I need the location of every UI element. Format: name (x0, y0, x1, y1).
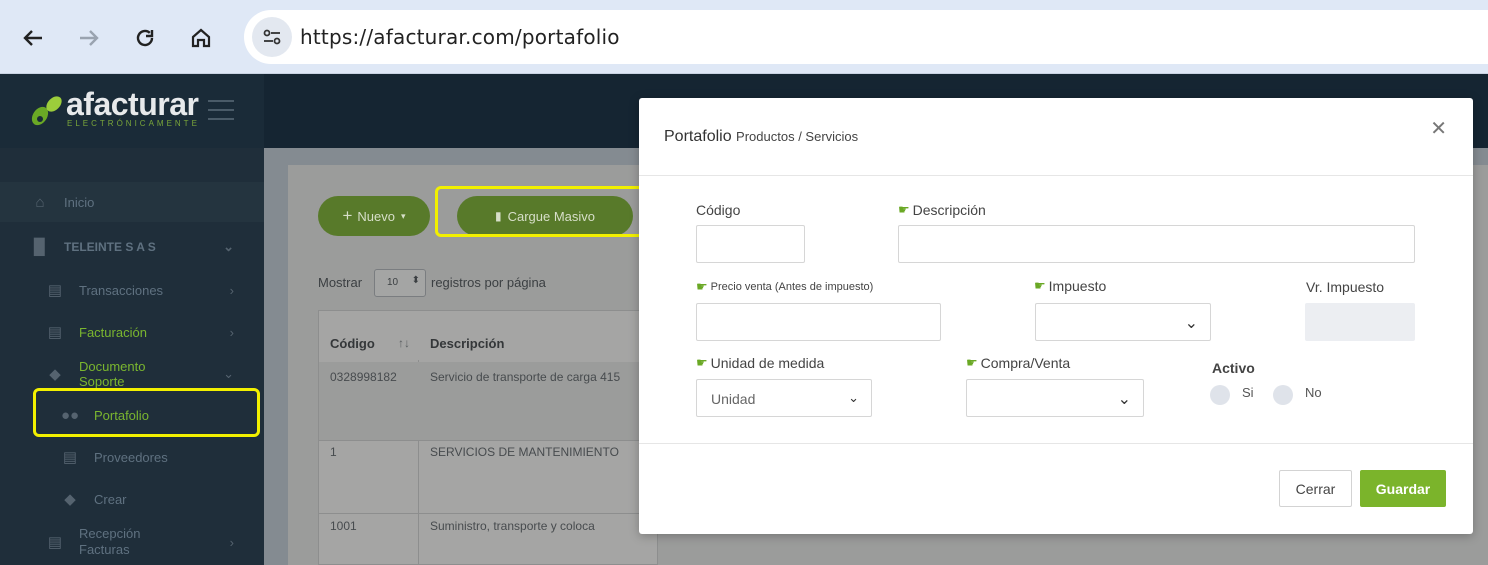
impuesto-select[interactable]: ⌄ (1035, 303, 1211, 341)
codigo-label: Código (696, 202, 741, 218)
sidebar-item-company[interactable]: ▉ TELEINTE S A S ⌄ (0, 228, 264, 266)
sidebar-item-documento-soporte[interactable]: ◆ Documento Soporte ⌄ (0, 358, 264, 390)
sidebar-item-transacciones[interactable]: ▤ Transacciones › (0, 272, 264, 308)
highlight-outline-cargue (435, 186, 663, 237)
list-icon: ▤ (47, 534, 63, 551)
cell-descripcion: SERVICIOS DE MANTENIMIENTO (430, 445, 619, 459)
close-icon[interactable]: ✕ (1430, 116, 1447, 141)
pointing-hand-icon: ☛ (898, 202, 910, 217)
pointing-hand-icon: ☛ (1034, 278, 1046, 293)
row-divider (319, 513, 641, 514)
caret-down-icon: ▾ (400, 210, 406, 221)
chevron-right-icon: › (229, 534, 234, 550)
unidad-select[interactable]: Unidad ⌄ (696, 379, 872, 417)
cell-descripcion: Suministro, transporte y coloca (430, 519, 595, 533)
site-settings-icon[interactable] (252, 17, 292, 57)
tags-icon: ◆ (64, 491, 76, 508)
menu-toggle-icon[interactable] (208, 100, 234, 122)
sort-icon[interactable]: ↑↓ (398, 336, 410, 350)
list-icon: ▤ (62, 449, 78, 466)
codigo-input[interactable] (696, 225, 805, 263)
vr-impuesto-field (1305, 303, 1415, 341)
address-bar[interactable]: https://afacturar.com/portafolio (244, 10, 1488, 64)
row-divider (319, 440, 641, 441)
descripcion-label: ☛ Descripción (898, 202, 986, 218)
activo-no-radio[interactable] (1273, 385, 1293, 405)
pointing-hand-icon: ☛ (696, 355, 708, 370)
compra-venta-select[interactable]: ⌄ (966, 379, 1144, 417)
building-icon: ▉ (34, 239, 46, 256)
cerrar-button[interactable]: Cerrar (1279, 470, 1352, 507)
pointing-hand-icon: ☛ (696, 279, 708, 294)
tag-icon: ◆ (49, 366, 61, 383)
home-icon[interactable] (183, 20, 219, 56)
modal-footer-divider (639, 443, 1473, 444)
chevron-right-icon: › (229, 282, 234, 298)
modal-title: Portafolio Productos / Servicios (664, 128, 859, 145)
column-header-codigo[interactable]: Código (330, 336, 375, 351)
chevron-down-icon: ⌄ (848, 390, 859, 405)
reload-icon[interactable] (127, 20, 163, 56)
chevron-down-icon: ⌄ (1184, 315, 1198, 332)
unidad-label: ☛ Unidad de medida (696, 355, 825, 371)
guardar-button[interactable]: Guardar (1360, 470, 1446, 507)
logo-subtitle: ELECTRÓNICAMENTE (67, 119, 200, 128)
home-icon: ⌂ (35, 193, 45, 211)
chevron-down-icon: ⌄ (223, 239, 234, 254)
sidebar-item-proveedores[interactable]: ▤ Proveedores (0, 440, 264, 474)
logo-text: afacturar (66, 86, 199, 122)
sidebar-item-crear[interactable]: ◆ Crear (0, 482, 264, 516)
column-header-descripcion[interactable]: Descripción (430, 336, 504, 351)
chevron-down-icon: ⌄ (1117, 391, 1131, 408)
activo-si-radio[interactable] (1210, 385, 1230, 405)
registros-label: registros por página (431, 275, 546, 290)
logo-leaf-icon (30, 92, 66, 131)
arrow-left-icon[interactable] (15, 20, 51, 56)
chevron-right-icon: › (229, 324, 234, 340)
cell-codigo: 1 (330, 445, 337, 459)
sort-arrows-icon: ⬍ (411, 275, 420, 286)
cell-codigo: 0328998182 (330, 370, 397, 384)
compra-venta-label: ☛ Compra/Venta (966, 355, 1071, 371)
vr-impuesto-label: Vr. Impuesto (1306, 279, 1385, 295)
url-text: https://afacturar.com/portafolio (300, 25, 620, 49)
cell-descripcion: Servicio de transporte de carga 415 (430, 370, 621, 384)
sidebar-item-inicio[interactable]: ⌂ Inicio (0, 182, 264, 222)
descripcion-input[interactable] (898, 225, 1415, 263)
si-label: Si (1242, 385, 1254, 400)
no-label: No (1305, 385, 1322, 400)
modal-subtitle: Productos / Servicios (736, 129, 859, 144)
precio-label: ☛ Precio venta (Antes de impuesto) (696, 279, 874, 294)
portafolio-modal: Portafolio Productos / Servicios ✕ Códig… (639, 98, 1473, 534)
precio-input[interactable] (696, 303, 941, 341)
plus-icon: + (342, 206, 353, 225)
modal-header-divider (639, 175, 1473, 176)
arrow-right-icon[interactable] (71, 20, 107, 56)
browser-toolbar: https://afacturar.com/portafolio (0, 0, 1488, 74)
nuevo-button[interactable]: + Nuevo ▾ (318, 196, 430, 236)
sidebar-item-recepcion[interactable]: ▤ Recepción Facturas › (0, 524, 264, 560)
highlight-outline-portafolio (33, 388, 260, 437)
page-size-select[interactable]: 10 ⬍ (374, 269, 426, 297)
cell-codigo: 1001 (330, 519, 357, 533)
invoice-icon: ▤ (47, 324, 63, 341)
pointing-hand-icon: ☛ (966, 355, 978, 370)
sidebar-item-facturacion[interactable]: ▤ Facturación › (0, 314, 264, 350)
activo-label: Activo (1212, 360, 1255, 376)
list-icon: ▤ (47, 282, 63, 299)
chevron-down-icon: ⌄ (223, 366, 234, 381)
impuesto-label: ☛ Impuesto (1034, 278, 1107, 294)
mostrar-label: Mostrar (318, 275, 363, 290)
